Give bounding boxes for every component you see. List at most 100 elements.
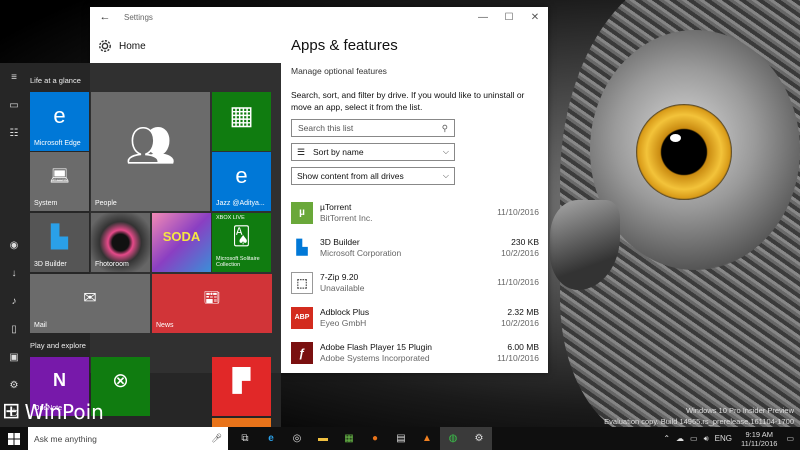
all-apps-icon[interactable]: ☷ (0, 119, 28, 147)
network-icon[interactable]: ▭ (690, 434, 698, 443)
chevron-down-icon: ⌵ (442, 147, 449, 156)
microphone-icon[interactable]: 🎤︎ (211, 433, 222, 444)
clock-time: 9:19 AM (745, 429, 773, 439)
list-item[interactable]: µ µTorrent BitTorrent Inc. 11/10/2016 (291, 195, 539, 230)
7zip-icon: ⬚ (291, 271, 313, 294)
language-indicator[interactable]: ENG (715, 434, 732, 443)
page-title: Apps & features (291, 37, 398, 54)
vlc-icon[interactable]: ▲ (414, 427, 440, 450)
pictures-icon[interactable]: ▣ (0, 343, 28, 371)
maximize-button[interactable]: ☐ (496, 12, 522, 23)
tile-news[interactable]: 📰︎ News (152, 274, 272, 333)
qr-app-icon[interactable]: ▦ (336, 427, 362, 450)
tile-partial[interactable] (212, 418, 271, 427)
build-watermark: Windows 10 Pro Insider Preview Evaluatio… (604, 406, 794, 426)
cards-icon: 🂡 (232, 226, 251, 246)
manage-optional-features-link[interactable]: Manage optional features (291, 66, 539, 76)
tile-qr-app[interactable]: ▦ (212, 92, 271, 151)
flipboard-icon: ▛ (233, 367, 250, 393)
volume-icon[interactable]: 🔊︎ (704, 434, 709, 444)
filter-label: Show content from all drives (297, 171, 404, 181)
tile-candy-crush-soda[interactable]: SODA (152, 213, 211, 272)
winpoin-logo: ⊞ WinPoin (2, 399, 104, 424)
gear-icon (99, 40, 111, 52)
sort-dropdown[interactable]: ☰ Sort by name ⌵ (291, 143, 455, 161)
clock-date: 11/11/2016 (741, 438, 778, 448)
tile-people[interactable]: 👥︎ People (91, 92, 210, 211)
clock[interactable]: 9:19 AM 11/11/2016 (741, 430, 777, 448)
adblock-icon: ABP (291, 306, 313, 329)
windows-icon (8, 432, 20, 445)
start-button[interactable] (0, 427, 28, 450)
people-icon: 👥︎ (125, 124, 176, 168)
utorrent-icon: µ (291, 201, 313, 224)
cortana-search-placeholder: Ask me anything (34, 433, 97, 444)
home-nav-item[interactable]: Home (98, 39, 146, 53)
chevron-down-icon: ⌵ (442, 171, 449, 180)
list-item[interactable]: ▙ 3D Builder Microsoft Corporation 230 KB… (291, 230, 539, 265)
tiles-icon[interactable]: ▭ (0, 91, 28, 119)
tile-flipboard[interactable]: ▛ (212, 357, 271, 416)
minimize-button[interactable]: — (470, 12, 496, 23)
home-label: Home (119, 40, 146, 52)
start-rail: ≡ ▭ ☷ ◉ ↓ ♪ ▯ ▣ ⚙ ⏻ (0, 63, 28, 427)
task-view-icon[interactable]: ⧉ (232, 427, 258, 450)
hamburger-icon[interactable]: ≡ (0, 63, 28, 91)
tile-mail[interactable]: ✉ Mail (30, 274, 150, 333)
3d-builder-icon: ▙ (51, 223, 68, 249)
group-life-at-a-glance: Life at a glance (30, 76, 81, 85)
list-item[interactable]: ABP Adblock Plus Eyeo GmbH 2.32 MB 10/2/20… (291, 300, 539, 335)
owl-image (520, 0, 800, 430)
edge-icon: e (235, 162, 248, 188)
system-tray: ⌃ ☁ ▭ 🔊︎ ENG 9:19 AM 11/11/2016 ▭ (660, 427, 800, 450)
list-item[interactable]: ƒ Adobe Flash Player 15 Plugin Adobe Syst… (291, 335, 539, 370)
edge-taskbar-icon[interactable]: e (258, 427, 284, 450)
documents-icon[interactable]: ▯ (0, 315, 28, 343)
start-menu: ≡ ▭ ☷ ◉ ↓ ♪ ▯ ▣ ⚙ ⏻ Life at a glance e M… (0, 63, 281, 427)
laptop-icon: 💻︎ (49, 167, 70, 185)
tile-jazz[interactable]: e Jazz @Aditya... (212, 152, 271, 211)
chevron-up-icon[interactable]: ⌃ (663, 434, 670, 443)
sort-icon: ☰ (297, 146, 306, 157)
tile-fhotoroom[interactable]: Fhotoroom (91, 213, 150, 272)
cortana-search-box[interactable]: Ask me anything 🎤︎ (28, 427, 228, 450)
tile-edge[interactable]: e Microsoft Edge (30, 92, 89, 151)
downloads-icon[interactable]: ↓ (0, 259, 28, 287)
description-text: Search, sort, and filter by drive. If yo… (291, 90, 525, 112)
tile-solitaire[interactable]: XBOX LIVE 🂡 Microsoft Solitaire Collecti… (212, 213, 271, 272)
file-explorer-icon[interactable]: ▬ (310, 427, 336, 450)
tile-3d-builder[interactable]: ▙ 3D Builder (30, 213, 89, 272)
notepad-icon[interactable]: ▤ (388, 427, 414, 450)
windows-logo-icon: ⊞ (2, 399, 21, 424)
xbox-icon: ⊗ (112, 370, 129, 392)
onedrive-icon[interactable]: ☁ (676, 434, 684, 443)
edge-icon: e (53, 102, 66, 128)
settings-taskbar-icon[interactable]: ⚙ (466, 427, 492, 450)
close-button[interactable]: ✕ (522, 12, 548, 23)
taskbar: Ask me anything 🎤︎ ⧉ e ◎ ▬ ▦ ● ▤ ▲ ◍ ⚙ ⌃… (0, 427, 800, 450)
flash-icon: ƒ (291, 341, 313, 364)
apps-features-pane: Apps & features Manage optional features… (291, 37, 539, 370)
filter-dropdown[interactable]: Show content from all drives ⌵ (291, 167, 455, 185)
news-icon: 📰︎ (203, 289, 221, 305)
group-play-and-explore: Play and explore (30, 341, 86, 350)
mail-icon: ✉ (83, 289, 97, 307)
app-list: µ µTorrent BitTorrent Inc. 11/10/2016 ▙ 3… (291, 195, 539, 370)
user-avatar-icon[interactable]: ◉ (0, 231, 28, 259)
title-bar: ← Settings — ☐ ✕ (90, 7, 548, 27)
store-icon[interactable]: ◎ (284, 427, 310, 450)
list-item[interactable]: ⬚ 7-Zip 9.20 Unavailable 11/10/2016 (291, 265, 539, 300)
qr-code-icon: ▦ (229, 100, 254, 130)
window-title: Settings (124, 12, 153, 22)
line-icon[interactable]: ◍ (440, 427, 466, 450)
candy-crush-icon: SODA (162, 229, 201, 244)
music-icon[interactable]: ♪ (0, 287, 28, 315)
firefox-icon[interactable]: ● (362, 427, 388, 450)
search-input[interactable]: Search this list ⚲ (291, 119, 455, 137)
3d-builder-icon: ▙ (291, 236, 313, 259)
search-icon: ⚲ (441, 122, 448, 133)
settings-gear-icon[interactable]: ⚙ (0, 371, 28, 399)
back-arrow-icon[interactable]: ← (94, 11, 116, 23)
tile-system[interactable]: 💻︎ System (30, 152, 89, 211)
action-center-icon[interactable]: ▭ (786, 434, 794, 443)
